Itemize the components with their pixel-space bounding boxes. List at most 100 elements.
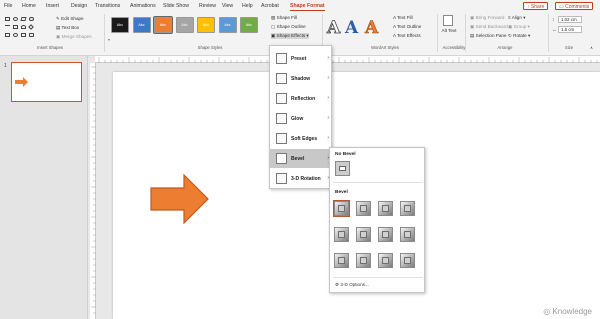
diamond-shape-icon[interactable]	[28, 24, 34, 30]
style-swatch[interactable]: Abc	[218, 17, 237, 33]
effects-menu-item-preset[interactable]: Preset ›	[270, 49, 333, 68]
style-swatch[interactable]: Abc	[111, 17, 129, 33]
bevel-preset-option[interactable]	[334, 253, 349, 268]
text-outline-button[interactable]: A Text Outline	[393, 24, 421, 29]
bevel-preset-option[interactable]	[400, 253, 415, 268]
bevel-preset-option[interactable]	[378, 201, 393, 216]
tab-transitions[interactable]: Transitions	[95, 3, 120, 9]
rotate-button[interactable]: ↻ Rotate ▾	[508, 33, 530, 39]
share-label: Share	[530, 4, 545, 10]
no-bevel-option[interactable]	[335, 161, 350, 176]
shape-fill-button[interactable]: ▧ Shape Fill	[271, 15, 297, 21]
tab-file[interactable]: File	[4, 3, 12, 9]
3d-options-item[interactable]: ⚙ 3-D Options...	[335, 282, 369, 288]
merge-shapes-button[interactable]: ▣ Merge Shapes	[56, 34, 92, 40]
tab-shape-format[interactable]: Shape Format	[290, 3, 325, 11]
tab-help[interactable]: Help	[242, 3, 253, 9]
submenu-chevron-icon: ›	[327, 115, 329, 121]
shape-outline-button[interactable]: ▢ Shape Outline	[271, 24, 306, 30]
share-button[interactable]: ↑ Share	[523, 2, 549, 10]
effects-menu-label: Bevel	[291, 156, 305, 162]
wordart-style-2[interactable]: A	[345, 18, 358, 38]
wordart-style-1[interactable]: A	[327, 18, 341, 39]
text-effects-label: Text Effects	[397, 33, 421, 38]
right-arrow-shape[interactable]	[150, 174, 210, 224]
bevel-preset-option[interactable]	[378, 227, 393, 242]
effects-menu-item-soft-edges[interactable]: Soft Edges ›	[270, 129, 333, 148]
bevel-preset-option[interactable]	[378, 253, 393, 268]
text-effects-button[interactable]: A Text Effects	[393, 33, 421, 38]
style-swatch[interactable]: Abc	[197, 17, 215, 33]
brace-shape-icon[interactable]	[21, 33, 26, 37]
style-swatch[interactable]: Abc	[132, 17, 151, 33]
tab-slide-show[interactable]: Slide Show	[163, 3, 189, 9]
selection-pane-button[interactable]: ▤ Selection Pane	[470, 33, 507, 39]
arc-shape-icon[interactable]	[21, 25, 26, 29]
shadow-icon	[276, 73, 287, 84]
rounded-rect-shape-icon[interactable]	[29, 17, 34, 21]
shapes-gallery[interactable]	[3, 15, 53, 41]
shape-outline-label: Shape Outline	[276, 24, 306, 29]
rotate-label: Rotate	[513, 33, 527, 38]
bevel-preset-option[interactable]	[356, 201, 371, 216]
bevel-preset-option[interactable]	[333, 200, 350, 217]
3d-options-icon: ⚙	[335, 282, 340, 287]
effects-menu-item-glow[interactable]: Glow ›	[270, 109, 333, 128]
text-fill-label: Text Fill	[397, 15, 413, 20]
group-button[interactable]: ▣ Group ▾	[508, 24, 530, 30]
tab-acrobat[interactable]: Acrobat	[261, 3, 279, 9]
text-fill-button[interactable]: A Text Fill	[393, 15, 413, 20]
horizontal-ruler	[95, 56, 600, 63]
tab-review[interactable]: Review	[199, 3, 216, 9]
soft-edges-icon	[276, 133, 287, 144]
wordart-style-3[interactable]: A	[365, 18, 379, 39]
edit-shape-button[interactable]: ✎ Edit Shape	[56, 16, 84, 22]
effects-menu-item-shadow[interactable]: Shadow ›	[270, 69, 333, 88]
send-backward-button[interactable]: ▣ Send Backward	[470, 24, 508, 30]
tab-insert[interactable]: Insert	[46, 3, 59, 9]
rectangle-shape-icon[interactable]	[5, 17, 10, 21]
text-box-button[interactable]: ▤ Text Box	[56, 25, 79, 31]
shape-effects-label: Shape Effects	[276, 33, 306, 38]
height-icon: ↕	[552, 17, 555, 22]
style-swatch[interactable]: Abc	[240, 17, 258, 33]
bevel-heading: Bevel	[335, 190, 348, 195]
bevel-preset-option[interactable]	[400, 227, 415, 242]
height-input[interactable]: 1.02 cm	[558, 16, 582, 23]
style-swatch[interactable]: Abc	[175, 17, 194, 33]
submenu-chevron-icon: ›	[327, 135, 329, 141]
callout-shape-icon[interactable]	[29, 33, 34, 37]
textbox-shape-icon[interactable]	[13, 25, 18, 29]
tab-design[interactable]: Design	[71, 3, 87, 9]
slide-thumbnail[interactable]	[11, 62, 82, 102]
bevel-preset-option[interactable]	[334, 227, 349, 242]
align-button[interactable]: ≡ Align ▾	[508, 15, 526, 21]
effects-menu-item-3d-rotation[interactable]: 3-D Rotation›	[270, 169, 333, 188]
bring-forward-button[interactable]: ▣ Bring Forward	[470, 15, 504, 21]
bevel-preset-option[interactable]	[356, 253, 371, 268]
style-swatch[interactable]: Abc	[153, 16, 173, 34]
bevel-preset-option[interactable]	[400, 201, 415, 216]
line-shape-icon[interactable]	[5, 25, 10, 29]
effects-menu-label: Soft Edges	[291, 136, 318, 142]
bevel-preset-option[interactable]	[356, 227, 371, 242]
width-input[interactable]: 1.5 cm	[558, 26, 582, 33]
ribbon-divider	[104, 14, 105, 52]
gallery-scroll-icon[interactable]: ▾	[108, 37, 110, 42]
collapse-ribbon-icon[interactable]: ∧	[590, 45, 593, 50]
alt-text-button[interactable]: Alt Text	[441, 28, 457, 33]
effects-menu-item-reflection[interactable]: Reflection ›	[270, 89, 333, 108]
group-label-shape-styles: Shape Styles	[197, 45, 223, 50]
shape-effects-button[interactable]: ▣ Shape Effects ▾	[271, 33, 309, 39]
circle-shape-icon[interactable]	[13, 33, 18, 37]
comments-button[interactable]: ▭ Comments	[555, 2, 594, 10]
parallelogram-shape-icon[interactable]	[20, 17, 27, 21]
effects-menu-item-bevel[interactable]: Bevel›	[270, 149, 333, 168]
submenu-chevron-icon: ›	[327, 75, 329, 81]
tab-view[interactable]: View	[222, 3, 233, 9]
tab-animations[interactable]: Animations	[130, 3, 156, 9]
tab-home[interactable]: Home	[22, 3, 36, 9]
alt-text-icon	[443, 15, 453, 26]
square-shape-icon[interactable]	[5, 33, 10, 37]
oval-shape-icon[interactable]	[13, 17, 18, 21]
